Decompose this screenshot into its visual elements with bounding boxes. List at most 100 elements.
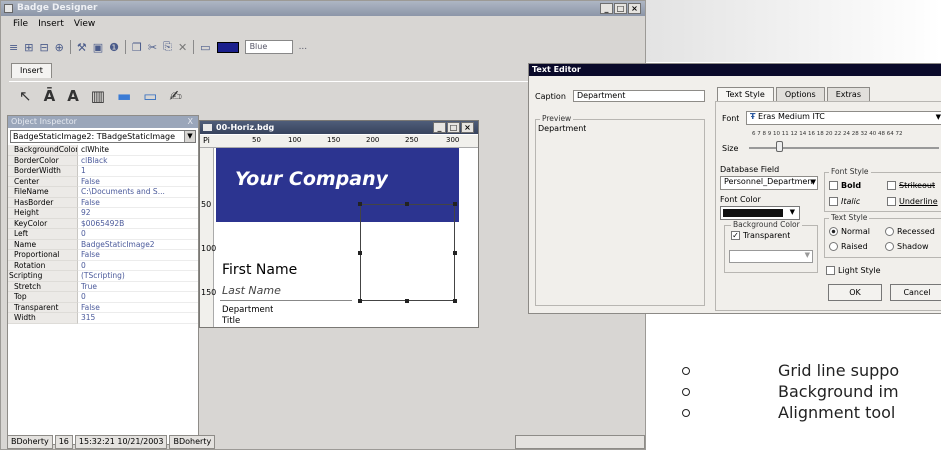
info-icon[interactable]: ❶ [109, 41, 119, 54]
object-selector[interactable]: BadgeStaticImage2: TBadgeStaticImage ▼ [10, 130, 196, 143]
property-row[interactable]: KeyColor $0065492B [8, 218, 198, 229]
property-value[interactable]: (TScripting) [78, 271, 198, 282]
selection-handle[interactable] [405, 202, 409, 206]
property-value[interactable]: 0 [78, 261, 198, 271]
tab-text-style[interactable]: Text Style [717, 87, 774, 101]
property-row[interactable]: BackgroundColor clWhite [8, 145, 198, 156]
shadow-radio[interactable]: Shadow [885, 242, 929, 251]
tab-extras[interactable]: Extras [826, 87, 870, 101]
property-value[interactable]: C:\Documents and S... [78, 187, 198, 198]
property-value[interactable]: False [78, 250, 198, 261]
minimize-button[interactable]: _ [600, 3, 613, 14]
property-row[interactable]: Proportional False [8, 250, 198, 261]
property-value[interactable]: 0 [78, 229, 198, 240]
chevron-down-icon[interactable]: ▼ [811, 177, 816, 187]
normal-radio[interactable]: Normal [829, 227, 870, 236]
property-row[interactable]: Name BadgeStaticImage2 [8, 239, 198, 250]
property-row[interactable]: Top 0 [8, 292, 198, 303]
selection-handle[interactable] [405, 299, 409, 303]
first-name-field[interactable]: First Name [222, 262, 297, 278]
light-style-checkbox[interactable]: Light Style [826, 266, 881, 275]
color-swatch[interactable] [216, 41, 239, 53]
document-titlebar[interactable]: 00-Horiz.bdg _ □ × [200, 121, 478, 134]
chevron-down-icon[interactable]: ▼ [790, 208, 795, 216]
property-value[interactable]: clWhite [78, 145, 198, 156]
menu-insert[interactable]: Insert [38, 17, 64, 32]
property-value[interactable]: True [78, 282, 198, 292]
doc-maximize-button[interactable]: □ [447, 122, 460, 133]
main-titlebar[interactable]: Badge Designer _ □ × [1, 1, 645, 16]
signature-icon[interactable]: ✍ [169, 87, 182, 105]
property-row[interactable]: Width 315 [8, 313, 198, 324]
doc-close-button[interactable]: × [461, 122, 474, 133]
paste-icon[interactable]: ⎘ [163, 40, 172, 54]
property-row[interactable]: FileName C:\Documents and S... [8, 187, 198, 198]
property-value[interactable]: BadgeStaticImage2 [78, 240, 198, 250]
menu-view[interactable]: View [74, 17, 95, 32]
transparent-checkbox[interactable]: ✓ Transparent [731, 231, 790, 240]
property-value[interactable]: False [78, 198, 198, 208]
strikeout-checkbox[interactable]: Strikeout [887, 181, 935, 190]
font-select[interactable]: Ŧ Eras Medium ITC ▼ [746, 111, 941, 125]
selection-handle[interactable] [358, 299, 362, 303]
property-value[interactable]: False [78, 303, 198, 313]
font-color-picker[interactable]: ▼ [720, 206, 800, 220]
photo-icon[interactable]: ▭ [143, 87, 157, 105]
grid-icon[interactable]: ⊞ [24, 41, 33, 54]
text-icon[interactable]: A [67, 87, 79, 105]
chevron-down-icon[interactable]: ▼ [184, 131, 195, 142]
selection-handle[interactable] [358, 202, 362, 206]
tools-icon[interactable]: ⚒ [77, 41, 87, 54]
inspector-close-button[interactable]: X [188, 116, 193, 128]
ok-button[interactable]: OK [828, 284, 882, 301]
image-icon[interactable]: ▬ [117, 87, 131, 105]
property-value[interactable]: clBlack [78, 156, 198, 166]
property-value[interactable]: 1 [78, 166, 198, 177]
chevron-down-icon[interactable]: ▼ [805, 251, 810, 259]
layout-icon[interactable]: ⊟ [39, 41, 48, 54]
barcode-icon[interactable]: ▥ [91, 87, 105, 105]
bold-checkbox[interactable]: Bold [829, 181, 861, 190]
property-value[interactable]: 315 [78, 313, 198, 324]
align-icon[interactable]: ≡ [9, 41, 18, 54]
company-name[interactable]: Your Company [235, 168, 388, 190]
more-button[interactable]: ... [299, 42, 308, 52]
property-row[interactable]: HasBorder False [8, 197, 198, 208]
property-row[interactable]: Rotation 0 [8, 260, 198, 271]
property-row[interactable]: Center False [8, 176, 198, 187]
italic-checkbox[interactable]: Italic [829, 197, 860, 206]
underline-checkbox[interactable]: Underline [887, 197, 938, 206]
last-name-field[interactable]: Last Name [222, 284, 281, 297]
selection-handle[interactable] [453, 202, 457, 206]
department-field[interactable]: Department [222, 305, 273, 315]
menu-file[interactable]: File [13, 17, 28, 32]
color-dropdown[interactable]: Blue [244, 40, 293, 54]
copy-icon[interactable]: ❐ [132, 41, 142, 54]
property-row[interactable]: BorderWidth 1 [8, 166, 198, 177]
selection-handle[interactable] [453, 299, 457, 303]
zoom-icon[interactable]: ⊕ [55, 41, 64, 54]
pointer-icon[interactable]: ↖ [19, 87, 32, 105]
property-value[interactable]: False [78, 177, 198, 187]
text-editor-titlebar[interactable]: Text Editor [529, 64, 941, 76]
chevron-down-icon[interactable]: ▼ [936, 112, 941, 122]
property-row[interactable]: BorderColor clBlack [8, 155, 198, 166]
property-row[interactable]: Height 92 [8, 208, 198, 219]
delete-icon[interactable]: ✕ [178, 41, 187, 54]
tab-options[interactable]: Options [775, 87, 825, 101]
property-row[interactable]: Left 0 [8, 229, 198, 240]
property-row[interactable]: Scripting (TScripting) [8, 271, 198, 282]
property-row[interactable]: Stretch True [8, 281, 198, 292]
photo-placeholder[interactable] [360, 204, 455, 301]
frame-icon[interactable]: ▭ [200, 41, 210, 54]
cancel-button[interactable]: Cancel [890, 284, 941, 301]
property-row[interactable]: Transparent False [8, 302, 198, 313]
bg-color-picker[interactable]: ▼ [729, 250, 813, 263]
close-button[interactable]: × [628, 3, 641, 14]
selection-handle[interactable] [453, 251, 457, 255]
caption-input[interactable]: Department [573, 90, 705, 102]
doc-minimize-button[interactable]: _ [433, 122, 446, 133]
cut-icon[interactable]: ✂ [148, 41, 157, 54]
property-value[interactable]: 0 [78, 292, 198, 303]
selection-handle[interactable] [358, 251, 362, 255]
